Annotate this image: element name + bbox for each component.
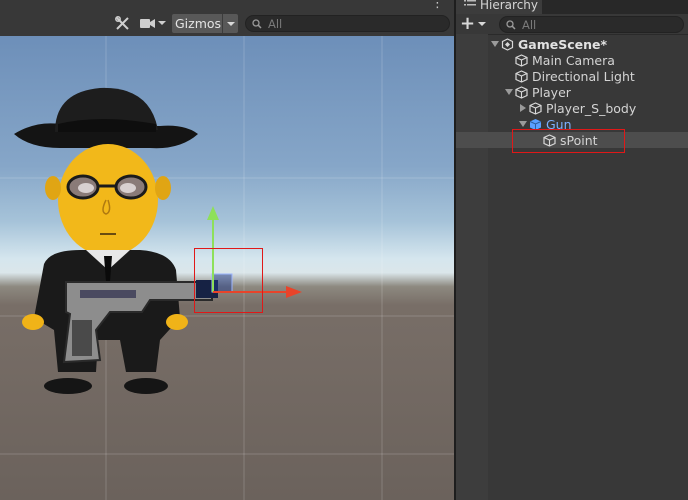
plus-icon: + [460,13,476,34]
gun-gizmo-highlight-box [194,248,263,313]
scene-view[interactable]: ⋮ Gizmos All [0,0,454,500]
tab-hierarchy[interactable]: Hierarchy [456,0,542,14]
hierarchy-item-main-camera[interactable]: Main Camera [456,52,688,68]
hierarchy-item-directional-light[interactable]: Directional Light [456,68,688,84]
hierarchy-search-placeholder: All [522,17,537,32]
add-object-button[interactable]: + [460,13,490,34]
video-camera-icon [140,18,155,28]
hierarchy-tree: GameScene* Main Camera Directional Light Pl… [456,34,688,500]
scene-search-placeholder: All [268,16,283,31]
hierarchy-tab-bar: Hierarchy [456,0,688,14]
hierarchy-tab-label: Hierarchy [480,0,539,12]
chevron-down-icon [478,22,487,26]
camera-dropdown-button[interactable] [136,14,170,32]
hierarchy-item-label: Main Camera [532,52,615,68]
hierarchy-item-label: GameScene* [518,36,608,52]
spoint-highlight-box [512,129,625,153]
expanded-triangle-icon[interactable] [504,88,514,96]
gameobject-cube-icon [514,53,528,67]
hierarchy-search-field[interactable]: All [499,16,684,33]
list-lines-icon [464,0,476,6]
hierarchy-item-label: Directional Light [532,68,635,84]
collapsed-triangle-icon[interactable] [518,104,528,112]
hierarchy-item-gamescene[interactable]: GameScene* [456,36,688,52]
hierarchy-item-player-s-body[interactable]: Player_S_body [456,100,688,116]
unity-scene-icon [500,37,514,51]
gameobject-cube-icon [514,69,528,83]
tools-button[interactable] [112,14,132,32]
search-icon [506,19,516,30]
scene-search-field[interactable]: All [245,15,450,32]
search-icon [252,18,262,29]
chevron-down-icon [158,21,166,25]
tools-crossed-icon [114,15,129,30]
gameobject-cube-icon [514,85,528,99]
gameobject-cube-icon [528,101,542,115]
hierarchy-item-label: Player_S_body [546,100,637,116]
expanded-triangle-icon[interactable] [490,40,500,48]
gizmos-label: Gizmos [175,16,222,31]
chevron-down-icon [226,21,235,26]
hierarchy-panel: Hierarchy + GameScene* Main Camera Directi… [456,0,688,500]
gizmos-button[interactable]: Gizmos [172,14,238,33]
hierarchy-item-player[interactable]: Player [456,84,688,100]
scene-toolbar: ⋮ Gizmos All [0,0,454,37]
expanded-triangle-icon[interactable] [518,120,528,128]
scene-viewport[interactable] [0,36,454,500]
gizmos-dropdown-arrow[interactable] [223,21,238,27]
more-options-icon[interactable]: ⋮ [431,0,444,10]
hierarchy-item-label: Player [532,84,571,100]
